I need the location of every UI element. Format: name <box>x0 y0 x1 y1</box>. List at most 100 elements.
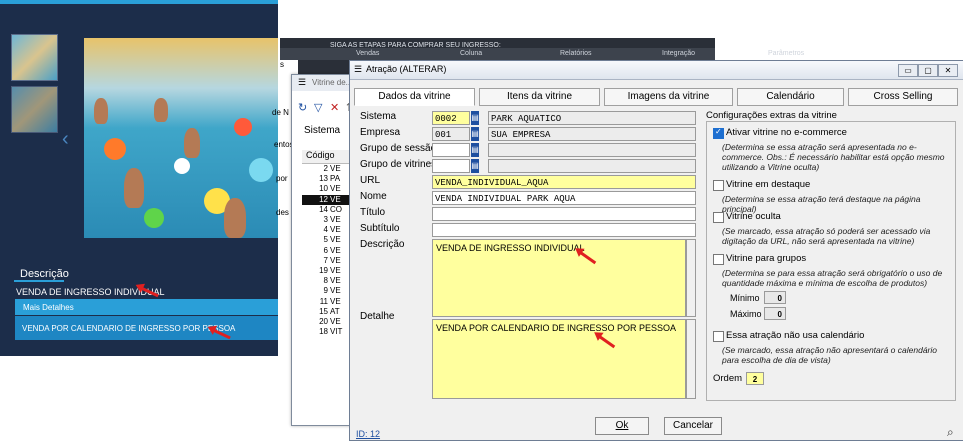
nome-field[interactable]: VENDA INDIVIDUAL PARK AQUA <box>432 191 696 205</box>
description-tab[interactable]: Descrição <box>20 268 69 280</box>
row-code: 19 <box>319 266 328 275</box>
subtitulo-field[interactable] <box>432 223 696 237</box>
minimo-field[interactable]: 0 <box>764 291 786 304</box>
maximo-field[interactable]: 0 <box>764 307 786 320</box>
grupos-checkbox[interactable] <box>713 254 724 265</box>
row-text: VIT <box>330 327 343 337</box>
more-details-label: Mais Detalhes <box>23 303 74 312</box>
ecommerce-label: Ativar vitrine no e-commerce <box>726 127 847 138</box>
detalhe-label: Detalhe <box>360 311 395 322</box>
attachment-icon[interactable]: ⌕ <box>947 425 954 440</box>
menu-icon[interactable]: ☰ <box>354 64 362 75</box>
row-code: 8 <box>323 276 328 286</box>
maximize-icon[interactable]: ▢ <box>918 64 938 77</box>
oculta-checkbox[interactable] <box>713 212 724 223</box>
empresa-code-field[interactable]: 001 <box>432 127 470 141</box>
lookup-icon[interactable]: ▤ <box>471 159 479 173</box>
empresa-name-field: SUA EMPRESA <box>488 127 696 141</box>
row-text: CO <box>330 204 342 214</box>
code-column-label: Código <box>306 150 335 160</box>
row-text: VE <box>330 255 341 265</box>
row-code: 5 <box>323 235 328 245</box>
website-preview: ‹ Descrição VENDA DE INGRESSO INDIVIDUAL… <box>0 0 278 356</box>
row-text: VE <box>330 225 341 235</box>
sistema-name-field: PARK AQUATICO <box>488 111 696 125</box>
descricao-scrollbar[interactable] <box>686 239 696 317</box>
clear-filter-icon[interactable]: ✕ <box>330 101 339 114</box>
lookup-icon[interactable]: ▤ <box>471 143 479 157</box>
ecommerce-note: (Determina se essa atração será apresent… <box>722 142 945 172</box>
tab-cross-selling[interactable]: Cross Selling <box>848 88 958 106</box>
ok-button[interactable]: Ok <box>595 417 649 435</box>
lookup-icon[interactable]: ▤ <box>471 127 479 141</box>
titulo-label: Título <box>360 207 386 218</box>
row-code: 2 <box>323 164 328 173</box>
tab-calendario[interactable]: Calendário <box>737 88 844 106</box>
nav-relatorios[interactable]: Relatórios <box>560 50 592 57</box>
row-code: 3 <box>323 215 328 224</box>
prev-arrow-icon[interactable]: ‹ <box>62 128 69 151</box>
row-text: VE <box>330 266 341 275</box>
row-code: 10 <box>319 184 328 194</box>
attraction-dialog: ☰ Atração (ALTERAR) ▭ ▢ ✕ Dados da vitri… <box>349 60 963 441</box>
config-title: Configurações extras da vitrine <box>706 110 837 121</box>
destaque-label: Vitrine em destaque <box>726 179 811 190</box>
grupo-vitrines-name-field <box>488 159 696 173</box>
minimize-icon[interactable]: ▭ <box>898 64 918 77</box>
menu-icon[interactable]: ☰ <box>298 77 306 88</box>
sem-calendario-checkbox[interactable] <box>713 331 724 342</box>
refresh-icon[interactable]: ↻ <box>298 101 307 114</box>
grupo-sessao-label: Grupo de sessão <box>360 143 437 154</box>
ordem-field[interactable]: 2 <box>746 372 764 385</box>
row-code: 7 <box>323 255 328 265</box>
lookup-icon[interactable]: ▤ <box>471 111 479 125</box>
sistema-code-field[interactable]: 0002 <box>432 111 470 125</box>
row-code: 11 <box>319 296 328 306</box>
tab-imagens-da-vitrine[interactable]: Imagens da vitrine <box>604 88 733 106</box>
ordem-label: Ordem <box>713 373 743 384</box>
dialog-title: Atração (ALTERAR) <box>366 64 447 74</box>
url-field[interactable]: VENDA_INDIVIDUAL_AQUA <box>432 175 696 189</box>
ecommerce-checkbox[interactable] <box>713 127 724 139</box>
dialog-title-bar: ☰ Atração (ALTERAR) ▭ ▢ ✕ <box>350 61 963 80</box>
row-text: VE <box>330 286 341 296</box>
nome-label: Nome <box>360 191 387 202</box>
row-text: VE <box>330 276 341 286</box>
nav-parametros[interactable]: Parâmetros <box>768 50 804 57</box>
detalhe-scrollbar[interactable] <box>686 319 696 399</box>
row-code: 15 <box>319 306 328 316</box>
filter-icon[interactable]: ▽ <box>314 101 322 114</box>
tab-dados-da-vitrine[interactable]: Dados da vitrine <box>354 88 475 106</box>
row-text: VE <box>330 245 341 255</box>
row-code: 13 <box>319 174 328 184</box>
grupos-label: Vitrine para grupos <box>726 253 807 264</box>
grupo-sessao-code-field[interactable] <box>432 143 470 157</box>
fragment-text: des <box>276 208 289 217</box>
minimo-label: Mínimo <box>730 293 760 303</box>
grupo-sessao-name-field <box>488 143 696 157</box>
row-text: VE <box>330 296 341 306</box>
fragment-text: por <box>276 174 288 183</box>
record-id-link[interactable]: ID: 12 <box>356 429 380 439</box>
nav-integracao[interactable]: Integração <box>662 50 695 57</box>
sistema-label: Sistema <box>304 125 341 136</box>
nav-coluna[interactable]: Coluna <box>460 50 482 57</box>
close-icon[interactable]: ✕ <box>938 64 958 77</box>
nav-vendas[interactable]: Vendas <box>356 50 379 57</box>
destaque-checkbox[interactable] <box>713 180 724 191</box>
thumbnail-1[interactable] <box>11 34 58 81</box>
thumbnail-2[interactable] <box>11 86 58 133</box>
detalhe-memo[interactable]: VENDA POR CALENDARIO DE INGRESSO POR PES… <box>432 319 686 399</box>
sem-calendario-label: Essa atração não usa calendário <box>726 330 865 341</box>
maximo-label: Máximo <box>730 309 762 319</box>
grupo-vitrines-code-field[interactable] <box>432 159 470 173</box>
top-accent-bar <box>0 0 278 4</box>
titulo-field[interactable] <box>432 207 696 221</box>
descricao-memo[interactable]: VENDA DE INGRESSO INDIVIDUAL <box>432 239 686 317</box>
row-code: 14 <box>319 204 328 214</box>
row-code: 6 <box>323 245 328 255</box>
cancel-button[interactable]: Cancelar <box>664 417 722 435</box>
row-text: VE <box>330 215 341 224</box>
tab-itens-da-vitrine[interactable]: Itens da vitrine <box>479 88 600 106</box>
row-code: 18 <box>319 327 328 337</box>
